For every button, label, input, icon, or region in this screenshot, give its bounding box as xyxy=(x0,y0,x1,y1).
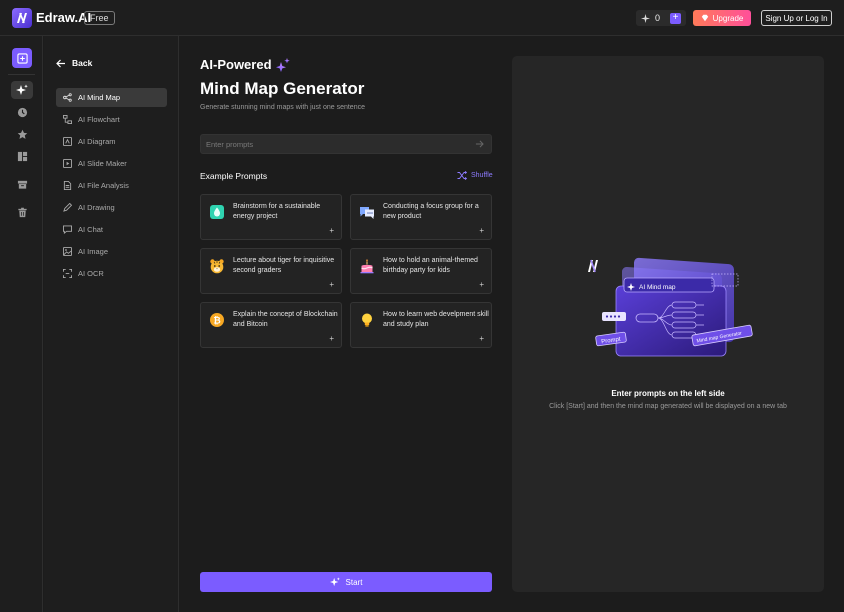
file-icon xyxy=(63,181,72,190)
sparkle-icon xyxy=(330,577,340,587)
back-button[interactable]: Back xyxy=(56,58,92,68)
image-icon xyxy=(63,247,72,256)
upgrade-button[interactable]: Upgrade xyxy=(693,10,751,26)
arrow-left-icon xyxy=(56,59,66,68)
menu-item-ai-flowchart[interactable]: AI Flowchart xyxy=(56,110,167,129)
prompt-text: How to learn web develpment skill and st… xyxy=(383,310,489,330)
prompt-text: Lecture about tiger for inquisitive seco… xyxy=(233,256,339,276)
menu-item-ai-diagram[interactable]: AI Diagram xyxy=(56,132,167,151)
illustration-label: AI Mind map xyxy=(639,284,676,291)
prompt-input[interactable] xyxy=(200,134,492,154)
shuffle-icon xyxy=(457,171,467,180)
menu-item-label: AI Slide Maker xyxy=(78,159,127,168)
credits-counter[interactable]: 0 + xyxy=(636,10,686,26)
plan-badge: Free xyxy=(84,11,115,25)
rail-divider xyxy=(8,74,35,75)
ai-sparkle-icon[interactable] xyxy=(11,81,33,99)
ai-tools-menu: Back AI Mind Map AI Flowchart AI Diagram… xyxy=(44,36,179,612)
example-prompt-card[interactable]: How to hold an animal-themed birthday pa… xyxy=(350,248,492,294)
menu-item-label: AI Drawing xyxy=(78,203,115,212)
add-prompt-icon[interactable]: + xyxy=(479,334,484,343)
new-file-icon[interactable] xyxy=(12,48,32,68)
menu-item-ai-chat[interactable]: AI Chat xyxy=(56,220,167,239)
ocr-icon xyxy=(63,269,72,278)
add-prompt-icon[interactable]: + xyxy=(479,226,484,235)
menu-item-label: AI Flowchart xyxy=(78,115,120,124)
credits-value: 0 xyxy=(655,13,660,23)
title-line-1: AI-Powered xyxy=(200,57,290,72)
prompt-text: Brainstorm for a sustainable energy proj… xyxy=(233,202,339,222)
menu-item-ai-image[interactable]: AI Image xyxy=(56,242,167,261)
app-name: Edraw.AI xyxy=(36,10,91,25)
prompt-text: Explain the concept of Blockchain and Bi… xyxy=(233,310,339,330)
diagram-icon xyxy=(63,137,72,146)
trash-icon[interactable] xyxy=(11,203,33,221)
start-button[interactable]: Start xyxy=(200,572,492,592)
slide-icon xyxy=(63,159,72,168)
menu-item-ai-file-analysis[interactable]: AI File Analysis xyxy=(56,176,167,195)
mind-map-illustration: AI Mind map Prompt Mind map Generator xyxy=(584,246,759,366)
svg-text:₿: ₿ xyxy=(213,316,220,327)
cake-icon xyxy=(359,258,375,274)
energy-icon xyxy=(209,204,225,220)
add-prompt-icon[interactable]: + xyxy=(329,334,334,343)
menu-item-label: AI Mind Map xyxy=(78,93,120,102)
menu-item-label: AI File Analysis xyxy=(78,181,129,190)
flowchart-icon xyxy=(63,115,72,124)
example-prompt-card[interactable]: Conducting a focus group for a new produ… xyxy=(350,194,492,240)
top-bar: Edraw.AI Free 0 + Upgrade Sign Up or Log… xyxy=(0,0,844,36)
icon-rail xyxy=(0,36,43,612)
example-prompt-card[interactable]: How to learn web develpment skill and st… xyxy=(350,302,492,348)
shuffle-label: Shuffle xyxy=(471,172,493,179)
empty-state-subtitle: Click [Start] and then the mind map gene… xyxy=(512,403,824,410)
example-prompt-card[interactable]: Brainstorm for a sustainable energy proj… xyxy=(200,194,342,240)
back-label: Back xyxy=(72,58,92,68)
add-prompt-icon[interactable]: + xyxy=(479,280,484,289)
add-prompt-icon[interactable]: + xyxy=(329,226,334,235)
signup-login-button[interactable]: Sign Up or Log In xyxy=(761,10,832,26)
preview-panel: AI Mind map Prompt Mind map Generator En… xyxy=(512,56,824,592)
example-prompt-card[interactable]: ₿ Explain the concept of Blockchain and … xyxy=(200,302,342,348)
start-label: Start xyxy=(346,578,363,587)
lightbulb-icon xyxy=(359,312,375,328)
menu-item-label: AI Chat xyxy=(78,225,103,234)
drawing-icon xyxy=(63,203,72,212)
menu-item-label: AI Diagram xyxy=(78,137,116,146)
upgrade-label: Upgrade xyxy=(713,14,744,23)
mindmap-icon xyxy=(63,93,72,102)
title-line-1-text: AI-Powered xyxy=(200,57,272,72)
generator-panel: AI-Powered Mind Map Generator Generate s… xyxy=(180,36,510,612)
menu-item-ai-ocr[interactable]: AI OCR xyxy=(56,264,167,283)
add-credits-button[interactable]: + xyxy=(670,13,681,24)
empty-state-title: Enter prompts on the left side xyxy=(512,389,824,398)
chat-icon xyxy=(63,225,72,234)
clock-icon[interactable] xyxy=(11,103,33,121)
menu-item-label: AI OCR xyxy=(78,269,104,278)
menu-item-label: AI Image xyxy=(78,247,108,256)
menu-item-ai-mind-map[interactable]: AI Mind Map xyxy=(56,88,167,107)
shuffle-button[interactable]: Shuffle xyxy=(457,171,493,180)
page-title: Mind Map Generator xyxy=(200,79,364,99)
example-prompts-heading: Example Prompts xyxy=(200,171,267,181)
diamond-icon xyxy=(701,14,709,22)
sparkle-icon xyxy=(641,14,650,23)
menu-item-ai-drawing[interactable]: AI Drawing xyxy=(56,198,167,217)
star-icon[interactable] xyxy=(11,125,33,143)
menu-item-ai-slide-maker[interactable]: AI Slide Maker xyxy=(56,154,167,173)
chat-bubbles-icon xyxy=(359,204,375,220)
example-prompt-card[interactable]: Lecture about tiger for inquisitive seco… xyxy=(200,248,342,294)
send-arrow-icon[interactable] xyxy=(475,140,484,148)
templates-icon[interactable] xyxy=(11,147,33,165)
sparkles-icon xyxy=(276,58,290,72)
page-subtitle: Generate stunning mind maps with just on… xyxy=(200,104,365,111)
prompt-text: How to hold an animal-themed birthday pa… xyxy=(383,256,489,276)
archive-icon[interactable] xyxy=(11,175,33,193)
edraw-logo-icon[interactable] xyxy=(12,8,32,28)
bitcoin-icon: ₿ xyxy=(209,312,225,328)
prompt-text: Conducting a focus group for a new produ… xyxy=(383,202,489,222)
add-prompt-icon[interactable]: + xyxy=(329,280,334,289)
tiger-icon xyxy=(209,258,225,274)
